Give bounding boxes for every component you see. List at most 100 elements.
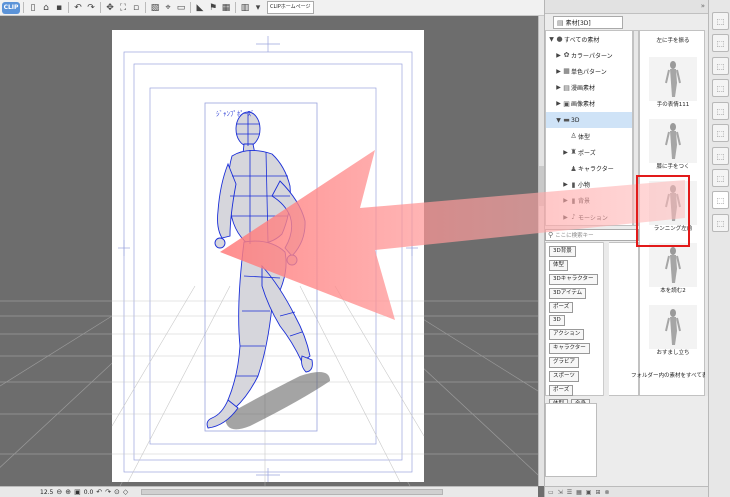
tree-item[interactable]: ▶ ▮ 背景 bbox=[546, 193, 632, 209]
grid-view-icon[interactable]: ▦ bbox=[576, 489, 582, 496]
tree-item[interactable]: ▶ ♪ モーション bbox=[546, 209, 632, 225]
tree-item[interactable]: ▶♟キャラクター bbox=[546, 225, 632, 226]
fill-icon[interactable]: ▧ bbox=[149, 2, 161, 14]
tree-item-label: ポーズ bbox=[578, 149, 596, 157]
zoom-out-icon[interactable]: ⊖ bbox=[56, 488, 62, 496]
search-placeholder: ここに検索キー bbox=[555, 233, 594, 239]
tag-button[interactable]: 3Dキャラクター bbox=[549, 273, 598, 285]
flip-icon[interactable]: ◇ bbox=[123, 488, 128, 496]
angle-value[interactable]: 0.0 bbox=[84, 489, 94, 496]
folder-icon: ▤ bbox=[557, 18, 564, 27]
display-icon[interactable]: ▥ bbox=[239, 2, 251, 14]
chevron-down-icon[interactable]: ▼ bbox=[548, 36, 555, 43]
fit-icon[interactable]: ⛶ bbox=[117, 2, 129, 14]
chevron-right-icon[interactable]: ▶ bbox=[562, 197, 569, 204]
tree-item[interactable]: ▶ ✿ カラーパターン bbox=[546, 47, 632, 63]
tag-button[interactable]: 3D背景 bbox=[549, 246, 576, 257]
tree-item-label: すべての素材 bbox=[564, 36, 600, 44]
chevron-down-icon[interactable]: ▾ bbox=[252, 2, 264, 14]
tree-item[interactable]: ▶ ▤ 漫画素材 bbox=[546, 80, 632, 96]
clip-logo-button[interactable]: CLIP bbox=[2, 1, 20, 14]
rotate-right-icon[interactable]: ↷ bbox=[105, 488, 111, 496]
zoom-value[interactable]: 12.5 bbox=[40, 489, 53, 496]
horizontal-scrollbar[interactable] bbox=[141, 489, 444, 495]
chevron-right-icon[interactable]: ▶ bbox=[562, 181, 569, 188]
tree-item[interactable]: ▼ ▬ 3D bbox=[546, 111, 632, 129]
layer-icon[interactable]: ⬚ bbox=[712, 124, 729, 142]
toolbar-separator bbox=[235, 2, 236, 13]
search-panel-icon[interactable]: ⬚ bbox=[712, 214, 729, 232]
tag-button[interactable]: アクション bbox=[549, 329, 585, 341]
tree-item[interactable]: ▶ ▮ 小物 bbox=[546, 177, 632, 193]
chevron-down-icon[interactable]: ▼ bbox=[555, 117, 562, 124]
brush-size-icon[interactable]: ⬚ bbox=[712, 102, 729, 120]
tag-button[interactable]: ポーズ bbox=[549, 301, 574, 313]
snap-icon[interactable]: ⌖ bbox=[162, 2, 174, 14]
tag-button[interactable]: キャラクター bbox=[549, 343, 590, 355]
thumbnail-caption: 左に手を振る bbox=[656, 38, 690, 44]
tag-search-field[interactable]: ⚲ ここに検索キー bbox=[545, 229, 639, 241]
chevron-right-icon[interactable]: ▶ bbox=[555, 52, 562, 59]
save-icon[interactable]: ▪ bbox=[53, 2, 65, 14]
folder-icon: ▣ bbox=[563, 99, 570, 108]
thumbnail-size-icon[interactable]: ▣ bbox=[586, 489, 592, 496]
canvas-scene[interactable]: ｼﾞｬﾝﾌﾟﾎﾟｰｽﾞ bbox=[0, 16, 538, 486]
chevron-right-icon[interactable]: ▶ bbox=[555, 68, 562, 75]
reset-rotate-icon[interactable]: ⊙ bbox=[114, 488, 120, 496]
canvas-area[interactable]: ｼﾞｬﾝﾌﾟﾎﾟｰｽﾞ bbox=[0, 16, 538, 486]
tag-button[interactable]: グラビア bbox=[549, 357, 580, 369]
panel-toggle-icon[interactable]: ⬚ bbox=[712, 12, 729, 30]
material-thumbnail[interactable]: 手の表情111 bbox=[640, 57, 706, 109]
tag-button[interactable]: 3Dアイテム bbox=[549, 287, 587, 299]
navigator-icon[interactable]: ⬚ bbox=[712, 34, 729, 52]
grid-icon[interactable]: ▦ bbox=[220, 2, 232, 14]
tool-property-icon[interactable]: ⬚ bbox=[712, 79, 729, 97]
tree-item[interactable]: ▶ ♜ ポーズ bbox=[546, 144, 632, 160]
paste-icon[interactable]: ⊞ bbox=[595, 489, 600, 496]
pose-figure-image bbox=[649, 119, 697, 163]
tag-scrollbar[interactable] bbox=[603, 242, 609, 396]
material-panel-icon[interactable]: ⬚ bbox=[712, 191, 729, 209]
tree-item[interactable]: ♙ 体型 bbox=[546, 128, 632, 144]
material-thumbnail[interactable]: 本を読む2 bbox=[640, 243, 706, 295]
tree-item[interactable]: ▼ ● すべての素材 bbox=[546, 31, 632, 47]
chevron-right-icon[interactable]: ▶ bbox=[555, 84, 562, 91]
undo-icon[interactable]: ↶ bbox=[72, 2, 84, 14]
history-icon[interactable]: ⬚ bbox=[712, 169, 729, 187]
homepage-dropdown[interactable]: CLIPホームページ bbox=[267, 1, 314, 14]
new-file-icon[interactable]: ▯ bbox=[27, 2, 39, 14]
tag-button[interactable]: スポーツ bbox=[549, 371, 579, 383]
ruler-icon[interactable]: ▭ bbox=[175, 2, 187, 14]
material-thumbnail[interactable]: おすまし立ち bbox=[640, 305, 706, 357]
zoom-in-icon[interactable]: ⊕ bbox=[65, 488, 71, 496]
chevron-right-icon[interactable]: ▶ bbox=[562, 149, 569, 156]
redo-icon[interactable]: ↷ bbox=[85, 2, 97, 14]
material-thumbnail[interactable]: 左に手を振る bbox=[640, 37, 706, 45]
tree-item[interactable]: ▶ ▦ 単色パターン bbox=[546, 63, 632, 79]
material-thumbnail[interactable]: 膝に手をつく bbox=[640, 119, 706, 171]
new-folder-icon[interactable]: ▭ bbox=[548, 489, 554, 496]
tree-item[interactable]: ♟ キャラクター bbox=[546, 161, 632, 177]
transform-icon[interactable]: ✥ bbox=[104, 2, 116, 14]
rotate-left-icon[interactable]: ↶ bbox=[96, 488, 102, 496]
tag-button[interactable]: 体型 bbox=[549, 259, 569, 271]
tree-item[interactable]: ▶ ▣ 画像素材 bbox=[546, 96, 632, 112]
perspective-icon[interactable]: ◣ bbox=[194, 2, 206, 14]
delete-icon[interactable]: ⊗ bbox=[604, 489, 609, 496]
tag-button[interactable]: 3D bbox=[549, 315, 565, 327]
color-icon[interactable]: ⬚ bbox=[712, 147, 729, 165]
clear-icon[interactable]: ▫ bbox=[130, 2, 142, 14]
guide-icon[interactable]: ⚑ bbox=[207, 2, 219, 14]
tab-material-3d[interactable]: ▤ 素材[3D] bbox=[553, 16, 623, 29]
chevron-right-icon[interactable]: ▶ bbox=[555, 100, 562, 107]
import-icon[interactable]: ⇲ bbox=[558, 489, 563, 496]
list-view-icon[interactable]: ☰ bbox=[567, 489, 572, 496]
chevron-right-icon[interactable]: ▶ bbox=[562, 214, 569, 221]
open-icon[interactable]: ⌂ bbox=[40, 2, 52, 14]
fit-view-icon[interactable]: ▣ bbox=[74, 488, 81, 496]
sub-tool-icon[interactable]: ⬚ bbox=[712, 57, 729, 75]
folder-icon: ♪ bbox=[571, 213, 576, 222]
tag-button[interactable]: ポーズ bbox=[549, 384, 574, 396]
folder-icon: ♜ bbox=[570, 148, 577, 157]
collapse-icon[interactable]: » bbox=[701, 2, 705, 10]
